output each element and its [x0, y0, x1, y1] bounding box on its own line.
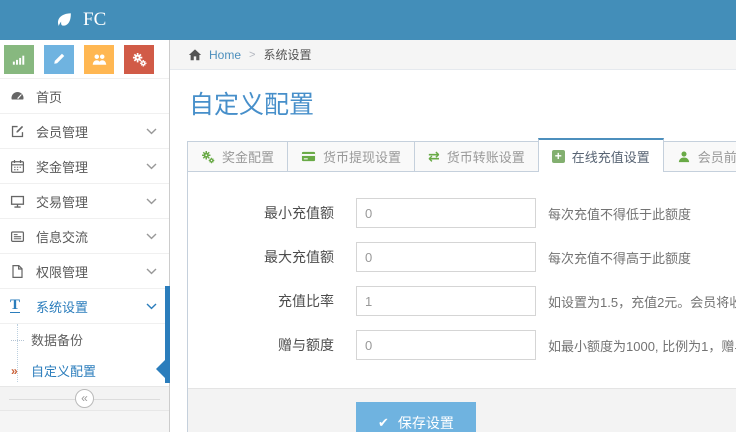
top-navbar: FC: [0, 0, 736, 40]
max-recharge-input[interactable]: [356, 242, 536, 272]
pencil-shortcut-button[interactable]: [44, 45, 74, 74]
tab-label: 货币提现设置: [323, 147, 401, 166]
breadcrumb: Home > 系统设置: [170, 40, 736, 70]
tab-withdraw-settings[interactable]: 货币提现设置: [287, 141, 415, 172]
tab-label: 在线充值设置: [572, 147, 650, 166]
save-settings-button[interactable]: ✔ 保存设置: [356, 402, 476, 432]
home-icon: [188, 48, 202, 62]
sidebar-item-label: 首页: [36, 87, 157, 106]
chevron-down-icon: [146, 303, 157, 310]
system-settings-submenu: 数据备份 » 自定义配置: [0, 323, 169, 386]
tab-transfer-settings[interactable]: ⇄ 货币转账设置: [414, 141, 539, 172]
breadcrumb-home-link[interactable]: Home: [209, 48, 241, 62]
users-shortcut-button[interactable]: [84, 45, 114, 74]
tab-panel: 最小充值额 每次充值不得低于此额度 最大充值额 每次充值不得高于此额度 充值比率…: [187, 171, 736, 432]
min-recharge-input[interactable]: [356, 198, 536, 228]
sidebar-item-trade[interactable]: 交易管理: [0, 183, 169, 218]
chevron-down-icon: [146, 233, 157, 240]
desktop-icon: [10, 194, 34, 209]
chart-shortcut-button[interactable]: [4, 45, 34, 74]
sidebar-collapse-button[interactable]: «: [75, 389, 94, 408]
credit-card-icon: [301, 149, 316, 164]
plus-square-icon: +: [552, 150, 565, 163]
text-width-icon: T: [10, 299, 34, 313]
pencil-icon: [52, 52, 66, 66]
chevron-down-icon: [146, 163, 157, 170]
recharge-ratio-label: 充值比率: [188, 291, 334, 311]
sidebar-item-label: 系统设置: [36, 297, 146, 316]
form-row: 最小充值额 每次充值不得低于此额度: [188, 198, 736, 228]
cogs-icon: [201, 150, 215, 164]
sidebar-menu: 首页 会员管理 奖金管理: [0, 78, 169, 323]
chevron-down-icon: [146, 198, 157, 205]
sidebar-item-bonus[interactable]: 奖金管理: [0, 148, 169, 183]
settings-tabs: 奖金配置 货币提现设置 ⇄ 货币转账设置 + 在线充值设置: [187, 138, 736, 172]
leaf-logo-icon: [54, 10, 74, 30]
max-recharge-help: 每次充值不得高于此额度: [548, 248, 691, 267]
breadcrumb-separator: >: [249, 49, 255, 61]
breadcrumb-current: 系统设置: [263, 46, 311, 63]
tree-dash-icon: [11, 340, 24, 341]
calendar-icon: [10, 159, 34, 174]
submenu-item-label: 数据备份: [31, 330, 83, 349]
recharge-ratio-input[interactable]: [356, 286, 536, 316]
sidebar-item-home[interactable]: 首页: [0, 78, 169, 113]
gift-amount-help: 如最小额度为1000, 比例为1，赠与为100: [548, 336, 736, 355]
submenu-item-label: 自定义配置: [31, 361, 96, 380]
page-layout: 首页 会员管理 奖金管理: [0, 40, 736, 432]
submenu-item-custom-config[interactable]: » 自定义配置: [0, 355, 169, 386]
sidebar-item-label: 信息交流: [36, 227, 146, 246]
recharge-settings-form: 最小充值额 每次充值不得低于此额度 最大充值额 每次充值不得高于此额度 充值比率…: [188, 172, 736, 388]
list-icon: [10, 229, 34, 244]
gears-shortcut-button[interactable]: [124, 45, 154, 74]
tab-bonus-config[interactable]: 奖金配置: [187, 141, 288, 172]
exchange-icon: ⇄: [428, 148, 440, 165]
chevron-down-icon: [146, 268, 157, 275]
sidebar-item-label: 奖金管理: [36, 157, 146, 176]
page-content: 自定义配置 奖金配置 货币提现设置 ⇄ 货币转账设置: [170, 70, 736, 432]
sidebar-item-label: 交易管理: [36, 192, 146, 211]
form-row: 充值比率 如设置为1.5，充值2元。会员将收到3元: [188, 286, 736, 316]
form-row: 赠与额度 如最小额度为1000, 比例为1，赠与为100: [188, 330, 736, 360]
sidebar-shortcuts: [0, 40, 169, 78]
gears-icon: [132, 52, 147, 67]
submenu-item-data-backup[interactable]: 数据备份: [0, 324, 169, 355]
sidebar-collapse-row: «: [0, 386, 169, 411]
sidebar-item-label: 会员管理: [36, 122, 146, 141]
chevron-down-icon: [146, 128, 157, 135]
check-icon: ✔: [378, 415, 389, 431]
double-angle-icon: »: [11, 364, 18, 378]
sidebar-filler: [0, 411, 169, 432]
sidebar: 首页 会员管理 奖金管理: [0, 40, 170, 432]
tab-label: 奖金配置: [222, 147, 274, 166]
form-actions: ✔ 保存设置: [188, 388, 736, 432]
tab-label: 会员前台设置: [698, 147, 736, 166]
min-recharge-help: 每次充值不得低于此额度: [548, 204, 691, 223]
user-icon: [677, 150, 691, 164]
gift-amount-input[interactable]: [356, 330, 536, 360]
sidebar-item-permissions[interactable]: 权限管理: [0, 253, 169, 288]
form-row: 最大充值额 每次充值不得高于此额度: [188, 242, 736, 272]
main-area: Home > 系统设置 自定义配置 奖金配置 货币提现设置: [170, 40, 736, 432]
sidebar-item-members[interactable]: 会员管理: [0, 113, 169, 148]
page-title: 自定义配置: [189, 85, 736, 121]
max-recharge-label: 最大充值额: [188, 247, 334, 267]
save-button-label: 保存设置: [398, 413, 454, 432]
dashboard-icon: [10, 89, 34, 104]
edit-icon: [10, 124, 34, 139]
sidebar-item-system-settings[interactable]: T 系统设置: [0, 288, 169, 323]
active-menu-arrow: [156, 359, 166, 379]
bar-chart-icon: [12, 52, 26, 66]
file-icon: [10, 264, 34, 279]
sidebar-item-label: 权限管理: [36, 262, 146, 281]
brand-title: FC: [83, 9, 106, 31]
recharge-ratio-help: 如设置为1.5，充值2元。会员将收到3元: [548, 292, 736, 311]
sidebar-item-messages[interactable]: 信息交流: [0, 218, 169, 253]
tab-online-recharge-settings[interactable]: + 在线充值设置: [538, 138, 664, 172]
users-icon: [92, 52, 107, 67]
gift-amount-label: 赠与额度: [188, 335, 334, 355]
tab-member-front-settings[interactable]: 会员前台设置: [663, 141, 736, 172]
tab-label: 货币转账设置: [447, 147, 525, 166]
min-recharge-label: 最小充值额: [188, 203, 334, 223]
